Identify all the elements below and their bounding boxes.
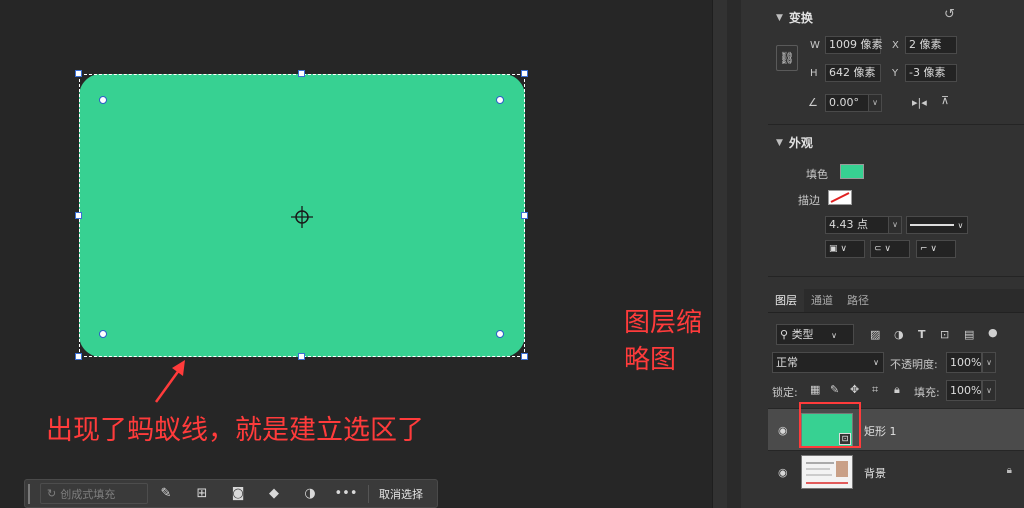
- annotation-arrow-icon: [154, 360, 185, 403]
- tab-layers[interactable]: 图层: [768, 289, 804, 312]
- transform-handle-bottom[interactable]: [298, 353, 305, 360]
- properties-panel: ▼ 变换 ↺ ⛓ W 1009 像素 X 2 像素 H 642 像素 Y -3 …: [768, 0, 1024, 508]
- visibility-eye-icon[interactable]: ◉: [778, 424, 788, 437]
- layer-name[interactable]: 矩形 1: [864, 423, 897, 439]
- contextual-task-bar: ↻ 创成式填充 ✎ ⊞ ◙ ◆ ◑ ••• 取消选择: [24, 479, 438, 508]
- reset-transform-icon[interactable]: ↺: [944, 7, 955, 22]
- fill-opacity-field[interactable]: 100%: [946, 380, 982, 401]
- flip-horizontal-icon[interactable]: ▸|◂: [912, 96, 927, 109]
- transform-handle-left[interactable]: [75, 212, 82, 219]
- transform-handle-top-right[interactable]: [521, 70, 528, 77]
- lock-all-icon[interactable]: 🔒︎: [894, 383, 900, 397]
- transform-handle-bottom-right[interactable]: [521, 353, 528, 360]
- layer-filter-dropdown[interactable]: ⚲ 类型 ∨: [776, 324, 854, 345]
- fill-label: 填色: [806, 168, 828, 181]
- selection-annotation: 出现了蚂蚁线，就是建立选区了: [46, 415, 424, 446]
- angle-field[interactable]: 0.00°: [825, 94, 869, 112]
- tab-channels[interactable]: 通道: [804, 289, 840, 312]
- opacity-label: 不透明度:: [890, 358, 938, 371]
- layer-thumbnail[interactable]: [801, 455, 853, 489]
- lock-transparent-pixels-icon[interactable]: ▦: [810, 383, 820, 396]
- divider: [768, 276, 1024, 277]
- filter-shape-layer-icon[interactable]: ⊡: [940, 328, 949, 341]
- fill-color-swatch[interactable]: [840, 164, 864, 179]
- filter-adjustment-layer-icon[interactable]: ◑: [894, 328, 904, 341]
- no-stroke-icon: [830, 192, 850, 203]
- chevron-down-icon: ▼: [776, 12, 783, 23]
- layers-panel-tabs: 图层 通道 路径: [768, 289, 1024, 313]
- x-field[interactable]: 2 像素: [905, 36, 957, 54]
- flip-vertical-icon[interactable]: ⊼: [941, 94, 949, 107]
- stroke-label: 描边: [798, 194, 820, 207]
- fill-opacity-chevron-icon[interactable]: ∨: [982, 380, 996, 401]
- x-label: X: [892, 40, 899, 51]
- transform-handle-top-left[interactable]: [75, 70, 82, 77]
- transform-handle-bottom-left[interactable]: [75, 353, 82, 360]
- filter-pixel-layer-icon[interactable]: ▨: [870, 328, 880, 341]
- opacity-chevron-icon[interactable]: ∨: [982, 352, 996, 373]
- filter-type-layer-icon[interactable]: T: [918, 328, 926, 341]
- filter-toggle-icon[interactable]: ●: [988, 326, 998, 339]
- create-mask-icon[interactable]: ◙: [220, 486, 256, 501]
- divider: [368, 484, 369, 503]
- transform-handle-top[interactable]: [298, 70, 305, 77]
- fill-selection-icon[interactable]: ◆: [256, 486, 292, 501]
- generative-fill-button[interactable]: ↻ 创成式填充: [40, 483, 148, 504]
- width-label: W: [810, 40, 820, 51]
- document-canvas[interactable]: 出现了蚂蚁线，就是建立选区了 图层缩略图 ↻ 创成式填充 ✎ ⊞ ◙ ◆ ◑ •…: [0, 0, 788, 508]
- stroke-cap-dropdown[interactable]: ⊂ ∨: [870, 240, 910, 258]
- visibility-eye-icon[interactable]: ◉: [778, 466, 788, 479]
- appearance-section-header[interactable]: ▼ 外观: [776, 134, 813, 151]
- chevron-down-icon: ▼: [776, 137, 783, 148]
- opacity-field[interactable]: 100%: [946, 352, 982, 373]
- layer-row[interactable]: ◉ 背景 🔒︎: [768, 450, 1024, 492]
- lock-label: 锁定:: [772, 386, 798, 399]
- canvas-scrollbar[interactable]: [712, 0, 768, 508]
- corner-radius-handle[interactable]: [496, 330, 504, 338]
- lock-position-icon[interactable]: ✥: [850, 383, 859, 396]
- stroke-width-field[interactable]: 4.43 点: [825, 216, 889, 234]
- thumbnail-highlight-box: [799, 402, 861, 448]
- link-dimensions-button[interactable]: ⛓: [776, 45, 798, 71]
- stroke-width-chevron-icon[interactable]: ∨: [888, 216, 902, 234]
- angle-icon: ∠: [808, 96, 818, 109]
- width-field[interactable]: 1009 像素: [825, 36, 883, 54]
- deselect-button[interactable]: 取消选择: [373, 486, 429, 502]
- search-icon: ⚲: [780, 328, 789, 341]
- y-field[interactable]: -3 像素: [905, 64, 957, 82]
- adjustment-layer-icon[interactable]: ◑: [292, 486, 328, 501]
- lock-image-pixels-icon[interactable]: ✎: [830, 383, 839, 396]
- modify-selection-brush-icon[interactable]: ✎: [148, 486, 184, 501]
- fill-opacity-label: 填充:: [914, 386, 940, 399]
- divider: [768, 124, 1024, 125]
- stroke-align-dropdown[interactable]: ▣ ∨: [825, 240, 865, 258]
- thumbnail-annotation: 图层缩略图: [624, 308, 703, 375]
- height-field[interactable]: 642 像素: [825, 64, 881, 82]
- corner-radius-handle[interactable]: [496, 96, 504, 104]
- generative-fill-label: 创成式填充: [60, 487, 116, 501]
- drag-handle-icon[interactable]: [28, 483, 32, 504]
- stroke-type-dropdown[interactable]: ∨: [906, 216, 968, 234]
- tab-paths[interactable]: 路径: [840, 289, 876, 312]
- layer-name[interactable]: 背景: [864, 465, 886, 481]
- blend-mode-dropdown[interactable]: 正常 ∨: [772, 352, 884, 373]
- filter-smart-object-icon[interactable]: ▤: [964, 328, 974, 341]
- generative-fill-icon: ↻: [47, 487, 57, 500]
- stroke-color-swatch[interactable]: [828, 190, 852, 205]
- angle-dropdown-chevron-icon[interactable]: ∨: [868, 94, 882, 112]
- more-options-button[interactable]: •••: [328, 486, 364, 501]
- reference-point-icon[interactable]: [291, 206, 313, 228]
- lock-artboard-icon[interactable]: ⌗: [872, 383, 878, 397]
- corner-radius-handle[interactable]: [99, 330, 107, 338]
- stroke-corner-dropdown[interactable]: ⌐ ∨: [916, 240, 956, 258]
- height-label: H: [810, 68, 818, 79]
- photoshop-window: 出现了蚂蚁线，就是建立选区了 图层缩略图 ↻ 创成式填充 ✎ ⊞ ◙ ◆ ◑ •…: [0, 0, 1024, 508]
- lock-icon[interactable]: 🔒︎: [1007, 465, 1012, 476]
- y-label: Y: [892, 68, 899, 79]
- transform-section-header[interactable]: ▼ 变换: [776, 9, 813, 26]
- transform-selection-icon[interactable]: ⊞: [184, 486, 220, 501]
- corner-radius-handle[interactable]: [99, 96, 107, 104]
- transform-handle-right[interactable]: [521, 212, 528, 219]
